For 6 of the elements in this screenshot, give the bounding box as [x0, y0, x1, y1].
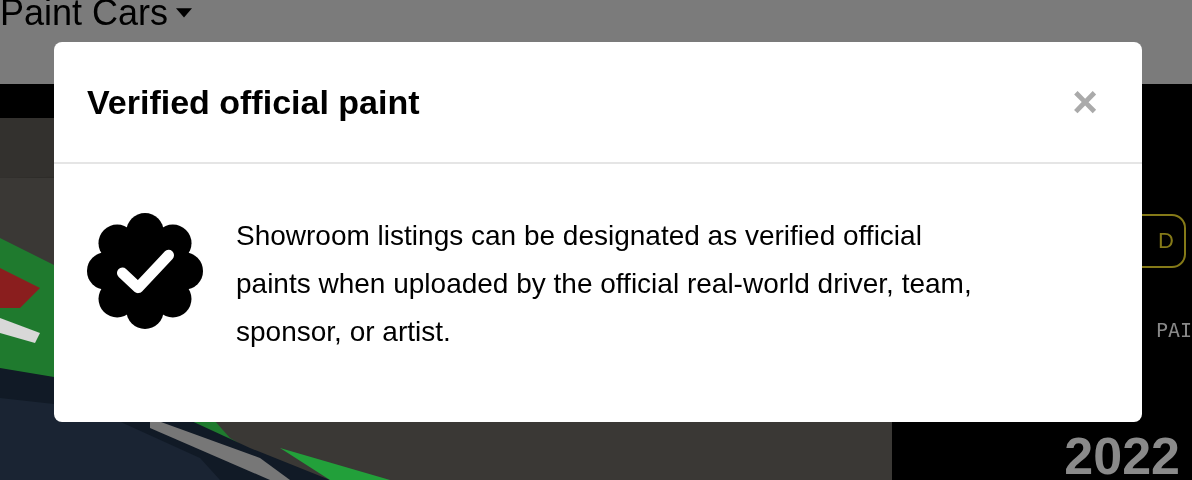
modal-description: Showroom listings can be designated as verified official paints when uploaded by the official real-world driver, team, sponsor, or artist. — [236, 219, 973, 349]
verified-badge-icon — [86, 212, 204, 330]
side-label: PAI — [1155, 318, 1192, 342]
caret-icon — [176, 7, 193, 19]
year-heading: 2022 — [1064, 430, 1180, 480]
modal-title: Verified official paint — [87, 82, 420, 122]
